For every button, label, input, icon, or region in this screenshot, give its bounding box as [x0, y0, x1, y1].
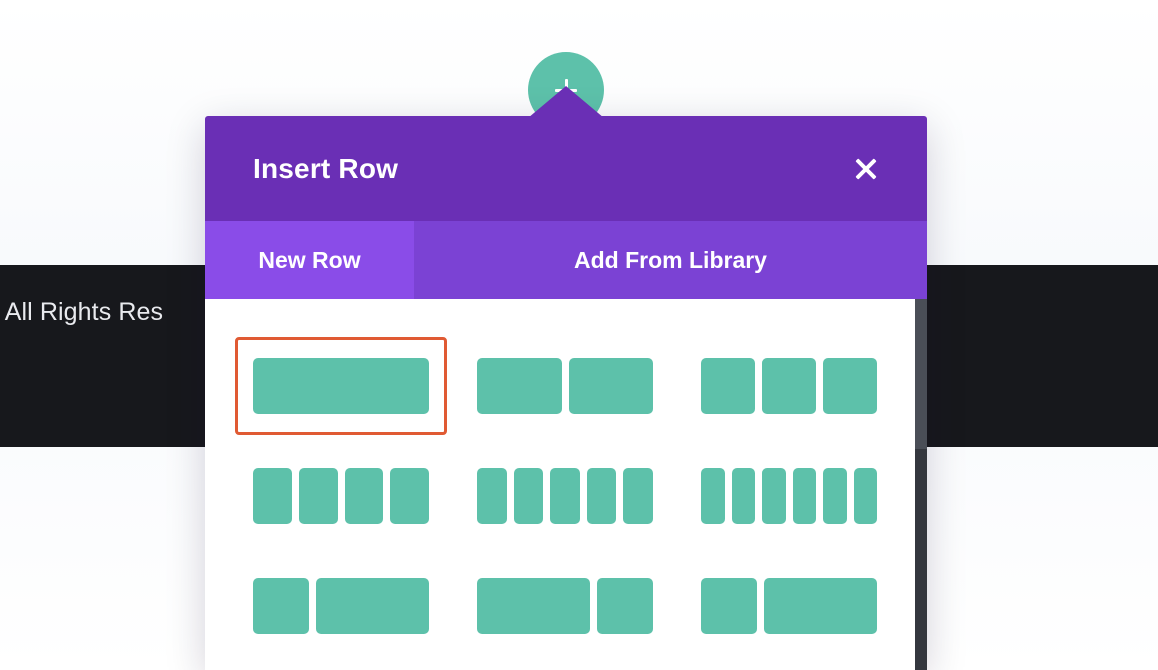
layout-column	[253, 578, 310, 634]
layout-column	[568, 358, 653, 414]
layout-option-6[interactable]	[235, 557, 447, 655]
layout-grid	[205, 299, 927, 670]
layout-column	[764, 578, 877, 634]
layout-option-1[interactable]	[459, 337, 671, 435]
layout-column	[550, 468, 580, 524]
layout-option-3[interactable]	[235, 447, 447, 545]
layout-column	[316, 578, 429, 634]
close-icon[interactable]	[851, 154, 881, 184]
layout-column	[853, 468, 877, 524]
layout-column	[823, 358, 877, 414]
layout-column	[477, 578, 590, 634]
layout-column	[792, 468, 816, 524]
modal-header: Insert Row	[205, 116, 927, 221]
layout-column	[623, 468, 653, 524]
layout-picker-content	[205, 299, 927, 670]
modal-tab-bar: New Row Add From Library	[205, 221, 927, 299]
layout-column	[762, 358, 816, 414]
modal-caret-arrow	[528, 86, 604, 118]
layout-column	[477, 468, 507, 524]
layout-column	[253, 358, 429, 414]
layout-row	[205, 557, 927, 655]
layout-column	[390, 468, 429, 524]
page-title: Insert Row	[253, 152, 399, 184]
layout-column	[298, 468, 338, 524]
layout-option-0[interactable]	[235, 337, 447, 435]
layout-option-4[interactable]	[459, 447, 671, 545]
layout-option-8[interactable]	[683, 557, 895, 655]
layout-column	[344, 468, 384, 524]
layout-column	[596, 578, 653, 634]
layout-column	[586, 468, 617, 524]
modal-scrollbar-thumb[interactable]	[915, 299, 927, 449]
tab-new-row[interactable]: New Row	[205, 221, 414, 299]
layout-column	[513, 468, 544, 524]
layout-column	[701, 468, 725, 524]
layout-row	[205, 337, 927, 435]
insert-row-modal: Insert Row New Row Add From Library	[205, 116, 927, 670]
layout-column	[823, 468, 847, 524]
layout-column	[731, 468, 755, 524]
layout-column	[253, 468, 292, 524]
layout-column	[762, 468, 786, 524]
tab-add-from-library[interactable]: Add From Library	[414, 221, 927, 299]
layout-option-5[interactable]	[683, 447, 895, 545]
layout-row	[205, 447, 927, 545]
layout-column	[477, 358, 562, 414]
layout-column	[701, 358, 755, 414]
layout-option-2[interactable]	[683, 337, 895, 435]
modal-scrollbar[interactable]	[915, 299, 927, 670]
layout-option-7[interactable]	[459, 557, 671, 655]
layout-column	[701, 578, 758, 634]
